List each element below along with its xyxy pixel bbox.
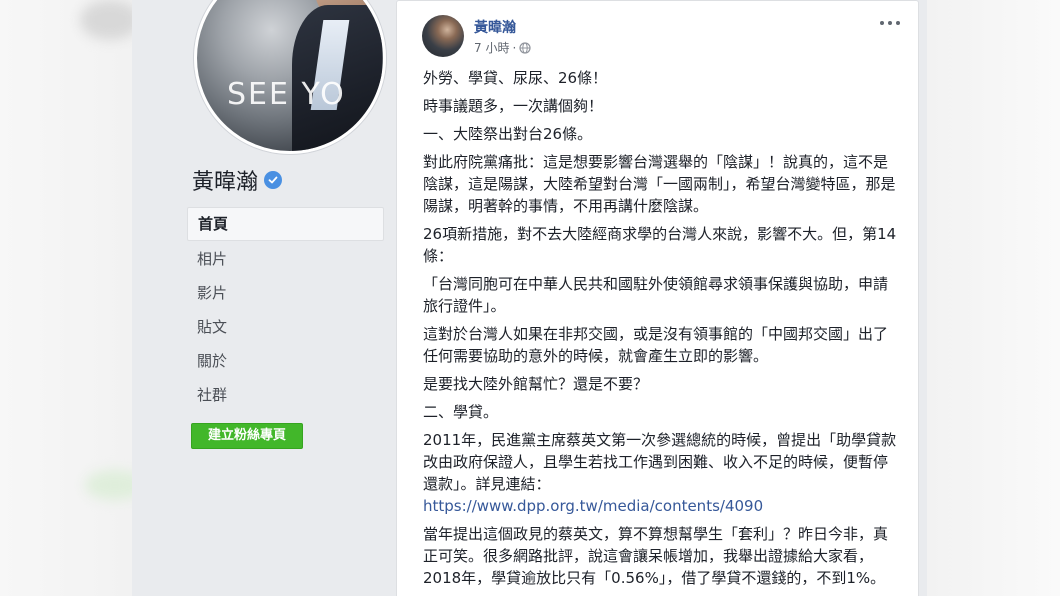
nav-item-community[interactable]: 社群 [187,379,384,411]
page-title[interactable]: 黃暐瀚 [192,164,283,196]
post-paragraph: 是要找大陸外館幫忙？還是不要？ [423,375,649,393]
profile-picture[interactable]: SEE YO [194,0,386,154]
page-nav: 首頁 相片 影片 貼文 關於 社群 [187,207,384,413]
post-timestamp[interactable]: 7 小時 [474,39,509,56]
author-avatar[interactable] [422,15,464,57]
nav-item-about[interactable]: 關於 [187,345,384,377]
post-card: 黃暐瀚 7 小時 · 外勞、學貸、尿尿、26條！ 時事議題多，一次講個夠！ 一、… [396,0,919,596]
post-paragraph: 對此府院黨痛批：這是想要影響台灣選舉的「陰謀」！說真的，這不是陰謀，這是陽謀，大… [423,153,896,215]
profile-picture-caption: SEE YO [227,77,346,112]
post-paragraph: 一、大陸祭出對台26條。 [423,125,593,143]
meta-separator: · [512,40,517,55]
verified-badge-icon [264,171,283,189]
post-paragraph-text: 2011年，民進黨主席蔡英文第一次參選總統的時候，曾提出「助學貸款改由政府保證人… [423,431,897,493]
post-paragraph: 這對於台灣人如果在非邦交國，或是沒有領事館的「中國邦交國」出了任何需要協助的意外… [423,325,889,365]
create-page-button[interactable]: 建立粉絲專頁 [191,423,303,449]
post-paragraph-with-link: 2011年，民進黨主席蔡英文第一次參選總統的時候，曾提出「助學貸款改由政府保證人… [423,429,897,517]
post-meta: 7 小時 · [474,39,531,56]
page-name-text: 黃暐瀚 [192,170,259,195]
post-paragraph: 時事議題多，一次講個夠！ [423,97,604,115]
post-paragraph: 26項新措施，對不去大陸經商求學的台灣人來說，影響不大。但，第14條： [423,225,897,265]
nav-item-videos[interactable]: 影片 [187,277,384,309]
facebook-page: SEE YO 黃暐瀚 首頁 相片 影片 貼文 關於 社群 建立粉絲專頁 黃暐瀚 … [132,0,927,596]
more-options-icon[interactable] [880,15,900,31]
post-author-name[interactable]: 黃暐瀚 [474,17,516,37]
post-paragraph: 外勞、學貸、尿尿、26條！ [423,69,608,87]
post-paragraph: 二、學貸。 [423,403,499,421]
letterbox-right [927,0,1060,596]
post-header: 黃暐瀚 7 小時 · [422,15,912,59]
post-paragraph: 當年提出這個政見的蔡英文，算不算想幫學生「套利」？昨日今非，真正可笑。很多網路批… [423,525,889,587]
nav-item-photos[interactable]: 相片 [187,243,384,275]
post-paragraph: 「台灣同胞可在中華人民共和國駐外使領館尋求領事保護與協助，申請旅行證件」。 [423,275,889,315]
letterbox-left [0,0,145,596]
post-body: 外勞、學貸、尿尿、26條！ 時事議題多，一次講個夠！ 一、大陸祭出對台26條。 … [423,67,897,595]
globe-icon[interactable] [519,41,531,54]
screenshot: SEE YO 黃暐瀚 首頁 相片 影片 貼文 關於 社群 建立粉絲專頁 黃暐瀚 … [0,0,1060,596]
page-sidebar: SEE YO 黃暐瀚 首頁 相片 影片 貼文 關於 社群 建立粉絲專頁 [132,0,394,596]
post-link[interactable]: https://www.dpp.org.tw/media/contents/40… [423,495,897,517]
nav-item-home[interactable]: 首頁 [187,207,384,241]
nav-item-posts[interactable]: 貼文 [187,311,384,343]
